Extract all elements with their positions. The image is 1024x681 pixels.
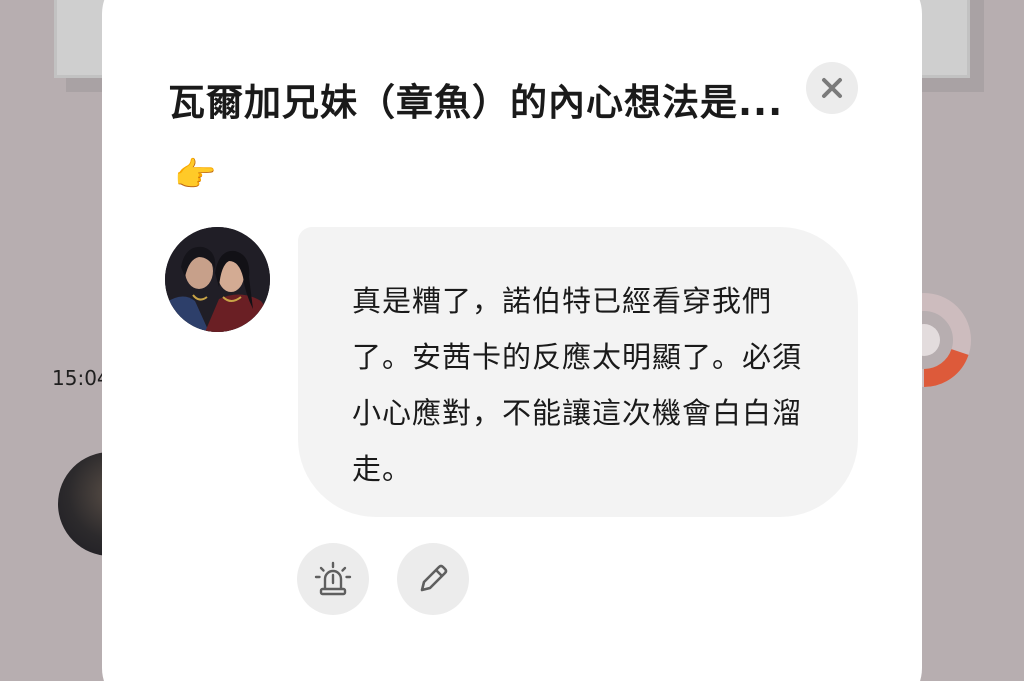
edit-button[interactable]: [397, 543, 469, 615]
pointing-hand-emoji: 👉: [174, 154, 218, 195]
alarm-light-icon: [314, 561, 352, 596]
close-button[interactable]: [806, 62, 858, 114]
thought-message: 真是糟了，諾伯特已經看穿我們了。安茜卡的反應太明顯了。必須小心應對，不能讓這次機…: [352, 284, 803, 486]
thought-bubble: 真是糟了，諾伯特已經看穿我們了。安茜卡的反應太明顯了。必須小心應對，不能讓這次機…: [298, 227, 858, 517]
alarm-button[interactable]: [297, 543, 369, 615]
character-avatar: [165, 227, 270, 332]
background-timestamp: 15:04: [52, 366, 110, 390]
dialog-title-text: 瓦爾加兄妹（章魚）的內心想法是...: [168, 81, 784, 124]
dialog-title: 瓦爾加兄妹（章魚）的內心想法是... 👉: [168, 68, 788, 210]
character-portrait-icon: [165, 227, 270, 332]
inner-thoughts-dialog: 瓦爾加兄妹（章魚）的內心想法是... 👉 真是糟了，諾伯特已經看穿我們了。安茜卡的…: [102, 0, 922, 681]
close-icon: [822, 78, 842, 98]
pencil-icon: [420, 564, 448, 592]
